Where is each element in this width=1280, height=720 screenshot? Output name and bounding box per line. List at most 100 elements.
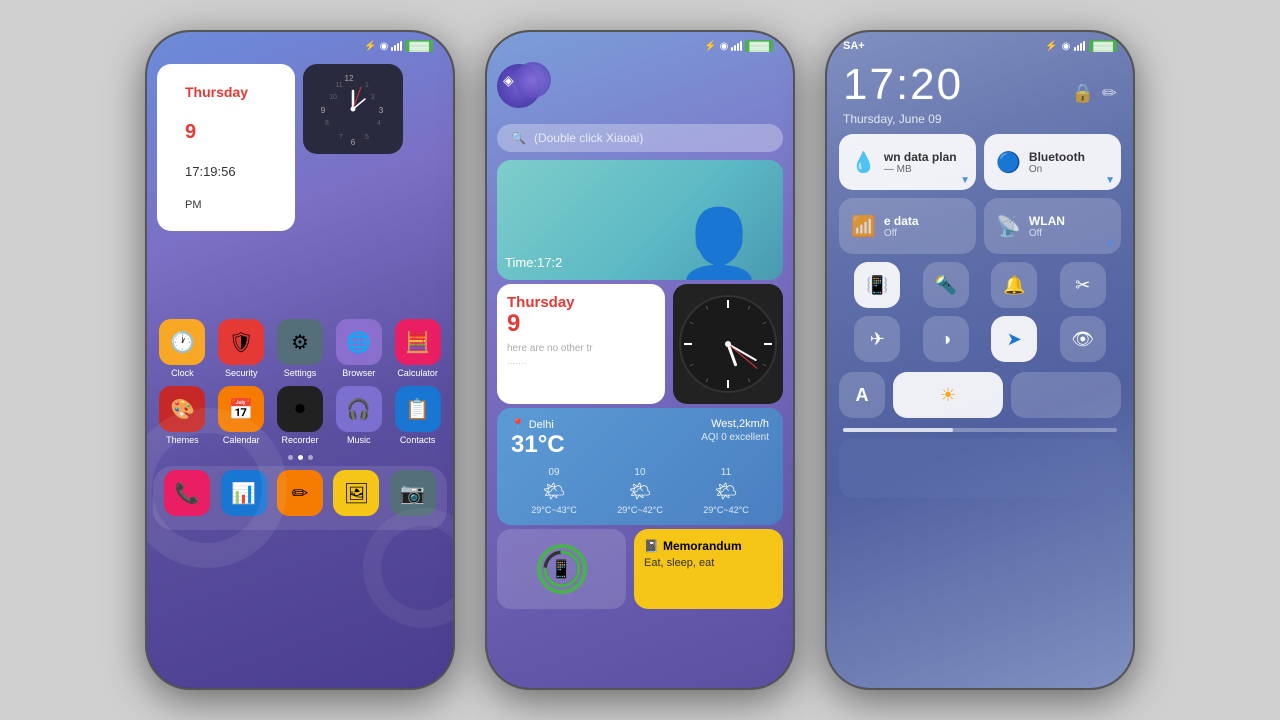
svg-text:11: 11: [335, 82, 342, 89]
cc-tile-grid: 💧 wn data plan — MB ▼ 🔵 Bluetooth On ▼ 📶: [827, 134, 1133, 254]
phone-3: SA+ ⚡ ◉ ▓▓▓ 17:20 🔒 ✏ Thursday, June 0: [825, 30, 1135, 690]
app-security-label: Security: [225, 368, 258, 378]
data-plan-sub: — MB: [884, 164, 964, 175]
app-phone[interactable]: 📞: [161, 470, 213, 516]
forecast-day-0-icon: 🌤: [543, 481, 566, 502]
app-gallery[interactable]: 🖼: [330, 470, 382, 516]
wlan-sub: Off: [1029, 228, 1109, 239]
app-browser-label: Browser: [342, 368, 375, 378]
app-music[interactable]: 🎧 Music: [331, 386, 386, 445]
svg-text:8: 8: [325, 120, 329, 127]
battery-level: ▓▓▓: [1089, 40, 1117, 52]
app-calendar-label: Calendar: [223, 435, 260, 445]
phone-2: ⚡ ◉ ▓▓▓ ◈ 🔍 (Double click Xiaoai): [485, 30, 795, 690]
flashlight-button[interactable]: 🔦: [923, 262, 969, 308]
svg-text:2: 2: [371, 94, 375, 101]
svg-text:5: 5: [365, 134, 369, 141]
vibrate-button[interactable]: 📳: [854, 262, 900, 308]
cc-tile-bluetooth[interactable]: 🔵 Bluetooth On ▼: [984, 134, 1121, 190]
app-browser[interactable]: 🌐 Browser: [331, 319, 386, 378]
app-notes[interactable]: 📊: [217, 470, 269, 516]
calendar-card: Thursday 9 here are no other tr .......: [497, 284, 665, 404]
bluetooth-sub: On: [1029, 164, 1109, 175]
app-contacts[interactable]: 📋 Contacts: [390, 386, 445, 445]
ampm: PM: [171, 189, 281, 221]
memo-card[interactable]: 📓 Memorandum Eat, sleep, eat: [634, 529, 783, 609]
forecast-day-1-icon: 🌤: [629, 481, 652, 502]
clock-widget: 12 3 6 9 11 1 4 5 7 8 10 2: [303, 64, 403, 154]
bluetooth-text: Bluetooth On: [1029, 150, 1109, 175]
svg-text:3: 3: [379, 106, 384, 115]
search-icon: 🔍: [511, 131, 526, 145]
auto-rotate-button[interactable]: ◑: [923, 316, 969, 362]
app-calculator-label: Calculator: [397, 368, 438, 378]
data-plan-icon: 💧: [851, 150, 876, 175]
forecast-day-0: 09 🌤 29°C~43°C: [531, 467, 576, 515]
anime-time-text: Time:17:2: [505, 255, 562, 270]
forecast-day-2-num: 11: [721, 467, 731, 478]
app-calculator[interactable]: 🧮 Calculator: [390, 319, 445, 378]
anime-time: Time:17:2: [497, 246, 570, 280]
airplane-button[interactable]: ✈: [854, 316, 900, 362]
cc-tile-wlan[interactable]: 📡 WLAN Off ▼: [984, 198, 1121, 254]
a-label: A: [856, 385, 869, 406]
search-bar[interactable]: 🔍 (Double click Xiaoai): [497, 124, 783, 152]
analog-clock-card: [673, 284, 783, 404]
cal-note: here are no other tr: [507, 343, 655, 354]
mobile-data-text: e data Off: [884, 214, 964, 239]
dot-3: [308, 455, 313, 460]
signal-bars: [1074, 41, 1085, 51]
svg-text:1: 1: [365, 82, 369, 89]
screenshot-button[interactable]: ✂: [1060, 262, 1106, 308]
status-bar-phone1: ⚡ ◉ ▓▓▓: [147, 32, 453, 56]
day-name: Thursday: [171, 74, 281, 110]
memo-text: Eat, sleep, eat: [644, 557, 773, 569]
mobile-data-sub: Off: [884, 228, 964, 239]
anime-figure: 👤: [676, 210, 763, 280]
app-editor[interactable]: ✏: [274, 470, 326, 516]
media-card: [839, 438, 1121, 498]
location-button[interactable]: ➤: [991, 316, 1037, 362]
app-themes[interactable]: 🎨 Themes: [155, 386, 210, 445]
app-recorder[interactable]: ⏺ Recorder: [273, 386, 328, 445]
search-placeholder: (Double click Xiaoai): [534, 131, 643, 145]
battery-card: 📱: [497, 529, 626, 609]
wlan-corner: ▼: [1105, 239, 1115, 250]
forecast-day-1-temp: 29°C~42°C: [617, 505, 662, 515]
cal-day-name: Thursday: [507, 294, 655, 311]
memo-title: 📓 Memorandum: [644, 539, 773, 553]
bluetooth-tile-icon: 🔵: [996, 150, 1021, 175]
icon-row-1: 📳 🔦 🔔 ✂: [827, 254, 1133, 316]
app-recorder-label: Recorder: [281, 435, 318, 445]
auto-brightness-toggle[interactable]: A: [839, 372, 885, 418]
data-plan-label: wn data plan: [884, 150, 964, 164]
forecast-day-2-icon: 🌤: [715, 481, 738, 502]
app-calendar[interactable]: 📅 Calendar: [214, 386, 269, 445]
dot-2: [298, 455, 303, 460]
forecast-day-1-num: 10: [634, 467, 645, 478]
forecast-day-0-num: 09: [548, 467, 559, 478]
forecast-day-1: 10 🌤 29°C~42°C: [617, 467, 662, 515]
cal-day-num: 9: [507, 311, 655, 337]
apps-grid-row1: 🕐 Clock 🛡 Security ⚙ Settings 🌐 Browser …: [147, 239, 453, 382]
weather-location: Delhi: [529, 419, 554, 431]
app-security[interactable]: 🛡 Security: [214, 319, 269, 378]
dot-1: [288, 455, 293, 460]
wlan-text: WLAN Off: [1029, 214, 1109, 239]
eye-comfort-button[interactable]: 👁: [1060, 316, 1106, 362]
notification-button[interactable]: 🔔: [991, 262, 1037, 308]
app-camera[interactable]: 📷: [387, 470, 439, 516]
sa-label: SA+: [843, 40, 865, 52]
edit-icon[interactable]: ✏: [1102, 83, 1117, 104]
icon-row-2: ✈ ◑ ➤ 👁: [827, 316, 1133, 368]
brightness-slider[interactable]: ☀: [893, 372, 1003, 418]
widgets-row: Thursday 9 17:19:56 PM 12 3 6 9 11 1 4 5…: [147, 56, 453, 239]
app-settings[interactable]: ⚙ Settings: [273, 319, 328, 378]
cc-tile-mobile-data[interactable]: 📶 e data Off: [839, 198, 976, 254]
app-music-label: Music: [347, 435, 371, 445]
mobile-data-label: e data: [884, 214, 964, 228]
extra-tile: [1011, 372, 1121, 418]
lock-icon[interactable]: 🔒: [1071, 83, 1093, 104]
cc-tile-data-plan[interactable]: 💧 wn data plan — MB ▼: [839, 134, 976, 190]
app-clock[interactable]: 🕐 Clock: [155, 319, 210, 378]
